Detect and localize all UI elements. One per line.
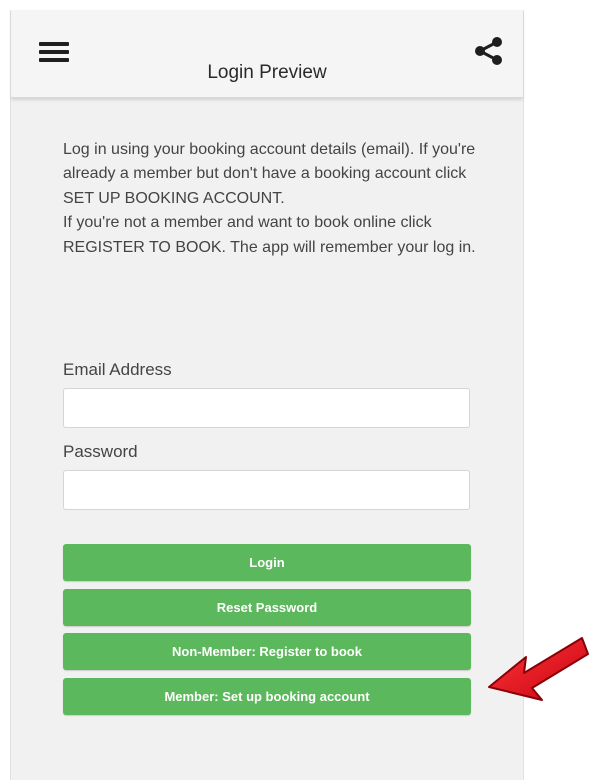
intro-paragraph-1: Log in using your booking account detail… [63, 141, 476, 207]
intro-paragraph-2: If you're not a member and want to book … [63, 214, 476, 256]
page-title: Login Preview [207, 62, 327, 83]
email-label: Email Address [63, 360, 172, 379]
intro-text: Log in using your booking account detail… [63, 138, 483, 260]
password-field[interactable] [63, 470, 470, 510]
login-button[interactable]: Login [63, 544, 471, 581]
reset-password-button[interactable]: Reset Password [63, 589, 471, 626]
password-label: Password [63, 442, 138, 461]
app-bar: Login Preview [11, 10, 523, 98]
app-screen: Login Preview Log in using your booking … [10, 10, 524, 780]
register-to-book-button[interactable]: Non-Member: Register to book [63, 633, 471, 670]
hamburger-menu-icon[interactable] [39, 42, 69, 64]
email-field[interactable] [63, 388, 470, 428]
red-arrow-icon [488, 637, 589, 701]
setup-booking-account-button[interactable]: Member: Set up booking account [63, 678, 471, 715]
share-icon[interactable] [471, 34, 505, 68]
